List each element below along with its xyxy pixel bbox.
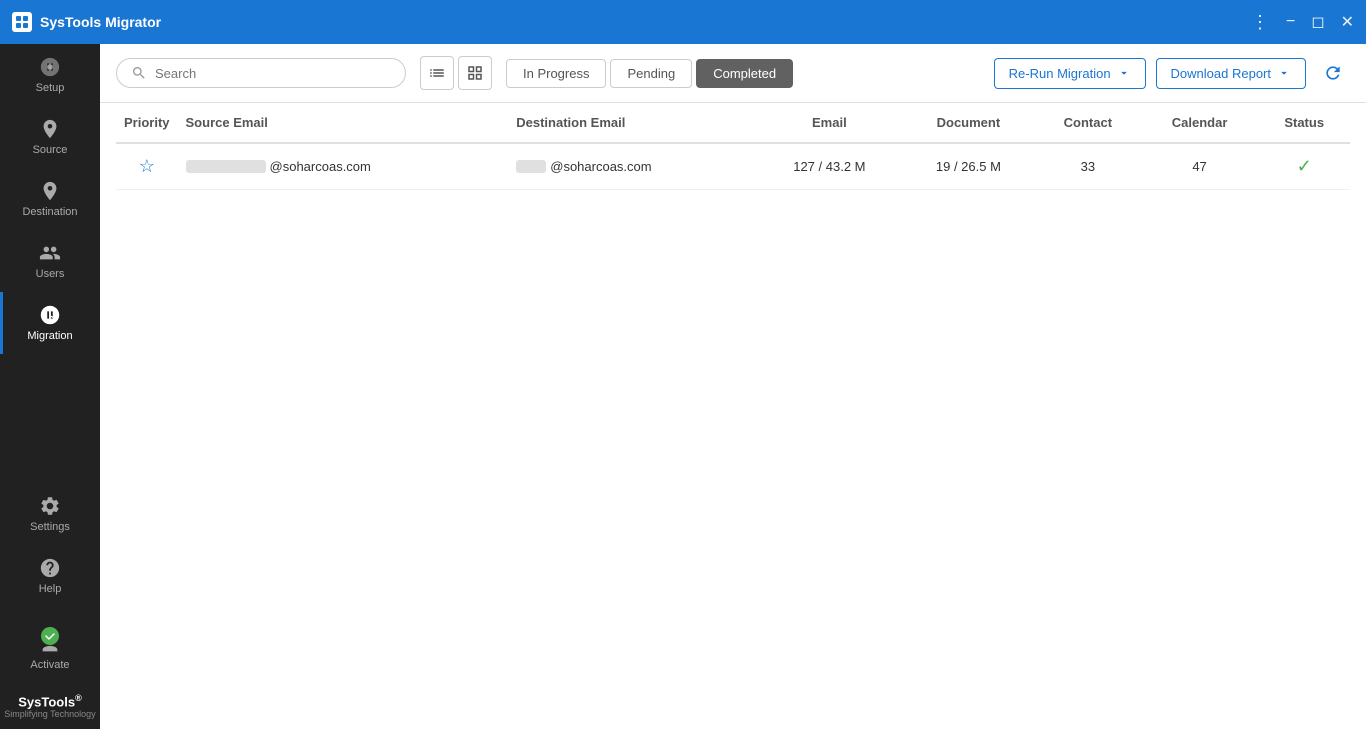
view-toggle	[420, 56, 492, 90]
sidebar-bottom: Settings Help Activate SysTools® Simplif…	[0, 483, 100, 729]
sidebar-label-help: Help	[39, 583, 62, 595]
table-header-row: Priority Source Email Destination Email …	[116, 103, 1350, 143]
sidebar-item-help[interactable]: Help	[0, 545, 100, 607]
table-area: Priority Source Email Destination Email …	[100, 103, 1366, 729]
minimize-button[interactable]: −	[1286, 13, 1295, 31]
priority-star[interactable]: ☆	[139, 156, 155, 176]
document-cell: 19 / 26.5 M	[902, 143, 1035, 190]
col-document: Document	[902, 103, 1035, 143]
source-email-cell: @soharcoas.com	[178, 143, 509, 190]
priority-cell[interactable]: ☆	[116, 143, 178, 190]
sidebar-label-source: Source	[33, 144, 68, 156]
download-dropdown-icon	[1277, 66, 1291, 80]
sidebar-item-setup[interactable]: Setup	[0, 44, 100, 106]
col-source-email: Source Email	[178, 103, 509, 143]
source-email-blur	[186, 160, 266, 173]
rerun-migration-button[interactable]: Re-Run Migration	[994, 58, 1146, 89]
dest-email-content: @soharcoas.com	[516, 159, 749, 174]
toolbar: In Progress Pending Completed Re-Run Mig…	[100, 44, 1366, 103]
download-report-label: Download Report	[1171, 66, 1271, 81]
col-status: Status	[1258, 103, 1350, 143]
tab-pending[interactable]: Pending	[610, 59, 692, 88]
window-controls: ⋮ − ◻ ✕	[1251, 12, 1354, 33]
dest-email-cell: @soharcoas.com	[508, 143, 757, 190]
brand-tm: ®	[75, 693, 82, 703]
grid-view-button[interactable]	[458, 56, 492, 90]
restore-button[interactable]: ◻	[1311, 12, 1324, 32]
app-title: SysTools Migrator	[40, 14, 161, 30]
migration-table: Priority Source Email Destination Email …	[116, 103, 1350, 190]
source-email-domain: @soharcoas.com	[270, 159, 371, 174]
content-area: In Progress Pending Completed Re-Run Mig…	[100, 44, 1366, 729]
status-tabs: In Progress Pending Completed	[506, 59, 793, 88]
dropdown-icon	[1117, 66, 1131, 80]
tab-completed[interactable]: Completed	[696, 59, 793, 88]
dest-email-domain: @soharcoas.com	[550, 159, 651, 174]
sidebar-item-settings[interactable]: Settings	[0, 483, 100, 545]
sidebar-item-destination[interactable]: Destination	[0, 168, 100, 230]
calendar-cell: 47	[1141, 143, 1259, 190]
col-email: Email	[757, 103, 902, 143]
activate-badge	[41, 627, 59, 645]
col-priority: Priority	[116, 103, 178, 143]
dest-email-blur	[516, 160, 546, 173]
sidebar-item-source[interactable]: Source	[0, 106, 100, 168]
search-box[interactable]	[116, 58, 406, 88]
table-row: ☆ @soharcoas.com @soharcoas.com	[116, 143, 1350, 190]
refresh-icon	[1323, 63, 1343, 83]
sidebar-label-activate: Activate	[30, 659, 69, 671]
sidebar-item-migration[interactable]: Migration	[0, 292, 100, 354]
sidebar-item-users[interactable]: Users	[0, 230, 100, 292]
sidebar-label-destination: Destination	[22, 206, 77, 218]
contact-cell: 33	[1035, 143, 1141, 190]
email-count-cell: 127 / 43.2 M	[757, 143, 902, 190]
sidebar: Setup Source Destination Users Migration…	[0, 44, 100, 729]
list-view-button[interactable]	[420, 56, 454, 90]
source-email-content: @soharcoas.com	[186, 159, 501, 174]
brand-tagline: Simplifying Technology	[4, 709, 95, 719]
brand-name: SysTools®	[18, 693, 81, 709]
title-bar: SysTools Migrator ⋮ − ◻ ✕	[0, 0, 1366, 44]
tab-in-progress[interactable]: In Progress	[506, 59, 606, 88]
rerun-migration-label: Re-Run Migration	[1009, 66, 1111, 81]
search-icon	[131, 65, 147, 81]
sidebar-label-setup: Setup	[36, 82, 65, 94]
refresh-button[interactable]	[1316, 56, 1350, 90]
sidebar-brand: SysTools® Simplifying Technology	[0, 683, 100, 729]
close-button[interactable]: ✕	[1341, 12, 1354, 32]
menu-icon[interactable]: ⋮	[1251, 12, 1270, 33]
search-input[interactable]	[155, 66, 391, 81]
col-calendar: Calendar	[1141, 103, 1259, 143]
status-check-icon: ✓	[1297, 156, 1312, 176]
col-destination-email: Destination Email	[508, 103, 757, 143]
status-cell: ✓	[1258, 143, 1350, 190]
title-bar-left: SysTools Migrator	[12, 12, 161, 32]
sidebar-label-settings: Settings	[30, 521, 70, 533]
main-layout: Setup Source Destination Users Migration…	[0, 44, 1366, 729]
sidebar-item-activate[interactable]: Activate	[0, 607, 100, 683]
app-logo	[12, 12, 32, 32]
sidebar-label-users: Users	[36, 268, 65, 280]
download-report-button[interactable]: Download Report	[1156, 58, 1306, 89]
sidebar-label-migration: Migration	[27, 330, 72, 342]
col-contact: Contact	[1035, 103, 1141, 143]
